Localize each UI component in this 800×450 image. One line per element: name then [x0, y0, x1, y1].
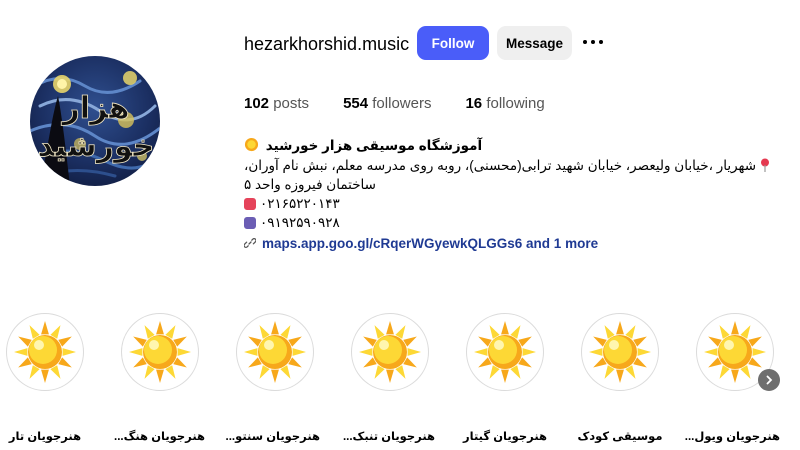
message-button[interactable]: Message [497, 26, 572, 60]
highlight-ring [121, 313, 199, 391]
highlight-item[interactable]: هنرجویان هنگ... [114, 313, 205, 443]
followers-label: followers [372, 95, 432, 112]
bio-address: شهریار ،خیابان ولیعصر، خیابان شهید ترابی… [244, 158, 757, 192]
bio-address-row: شهریار ،خیابان ولیعصر، خیابان شهید ترابی… [244, 156, 790, 194]
highlight-ring [581, 313, 659, 391]
following-count: 16 [465, 95, 483, 112]
highlight-label: هنرجویان هنگ... [114, 431, 205, 443]
location-pin-icon [760, 158, 769, 172]
followers-count: 554 [343, 95, 369, 112]
highlight-label: هنرجویان گیتار [463, 431, 547, 443]
highlight-ring [466, 313, 544, 391]
sun-icon [125, 317, 195, 387]
posts-stat: 102 posts [244, 95, 309, 112]
avatar-text-line2: خورشید [38, 129, 155, 164]
highlight-item[interactable]: هنرجویان گیتار [460, 313, 550, 443]
followers-stat[interactable]: 554 followers [343, 95, 431, 112]
sun-icon [355, 317, 425, 387]
highlight-item[interactable]: هنرجویان سنتو... [225, 313, 320, 443]
bio-name: آموزشگاه موسیقی هزار خورشید [265, 138, 483, 153]
story-highlights: هنرجویان تار هنرجویان هنگ... هنرجویان سن… [0, 313, 800, 450]
avatar-text-line1: هزار [60, 91, 129, 126]
chevron-right-icon[interactable] [758, 369, 780, 391]
bio-phone-2: ۰۹۱۹۲۵۹۰۹۲۸ [260, 215, 340, 230]
highlight-ring [351, 313, 429, 391]
posts-count: 102 [244, 95, 270, 112]
following-stat[interactable]: 16 following [465, 95, 544, 112]
sun-icon [240, 317, 310, 387]
highlight-label: هنرجویان ویول... [684, 431, 780, 443]
highlight-label: موسیقی کودک [577, 431, 663, 443]
link-icon [244, 238, 256, 248]
highlight-label: هنرجویان تنبک... [342, 431, 435, 443]
profile-bio: آموزشگاه موسیقی هزار خورشید شهریار ،خیاب… [244, 136, 790, 254]
highlight-label: هنرجویان تار [8, 431, 82, 443]
sun-icon [470, 317, 540, 387]
mobile-phone-icon [244, 216, 256, 229]
sun-emoji-icon [244, 137, 259, 152]
sun-icon [10, 317, 80, 387]
highlight-ring [6, 313, 84, 391]
highlight-label: هنرجویان سنتو... [225, 431, 320, 443]
sun-icon [585, 317, 655, 387]
profile-avatar[interactable]: هزار خورشید [30, 56, 160, 186]
bio-phone-row-1: ۰۲۱۶۵۲۲۰۱۴۳ [244, 194, 790, 213]
highlight-item[interactable]: هنرجویان تار [0, 313, 90, 443]
highlight-item[interactable]: موسیقی کودک [575, 313, 665, 443]
telephone-icon [244, 197, 256, 210]
profile-stats: 102 posts 554 followers 16 following [244, 95, 579, 112]
posts-label: posts [273, 95, 310, 112]
bio-name-row: آموزشگاه موسیقی هزار خورشید [244, 136, 790, 156]
more-dots-icon[interactable] [583, 34, 603, 50]
highlight-ring [236, 313, 314, 391]
highlight-item[interactable]: هنرجویان تنبک... [342, 313, 435, 443]
bio-link-text: maps.app.goo.gl/cRqerWGyewkQLGGs6 and 1 … [262, 235, 599, 251]
follow-button[interactable]: Follow [417, 26, 489, 60]
bio-link[interactable]: maps.app.goo.gl/cRqerWGyewkQLGGs6 and 1 … [244, 232, 790, 254]
bio-phone-1: ۰۲۱۶۵۲۲۰۱۴۳ [260, 196, 340, 211]
bio-phone-row-2: ۰۹۱۹۲۵۹۰۹۲۸ [244, 213, 790, 232]
following-label: following [486, 95, 545, 112]
profile-username: hezarkhorshid.music [244, 34, 410, 54]
